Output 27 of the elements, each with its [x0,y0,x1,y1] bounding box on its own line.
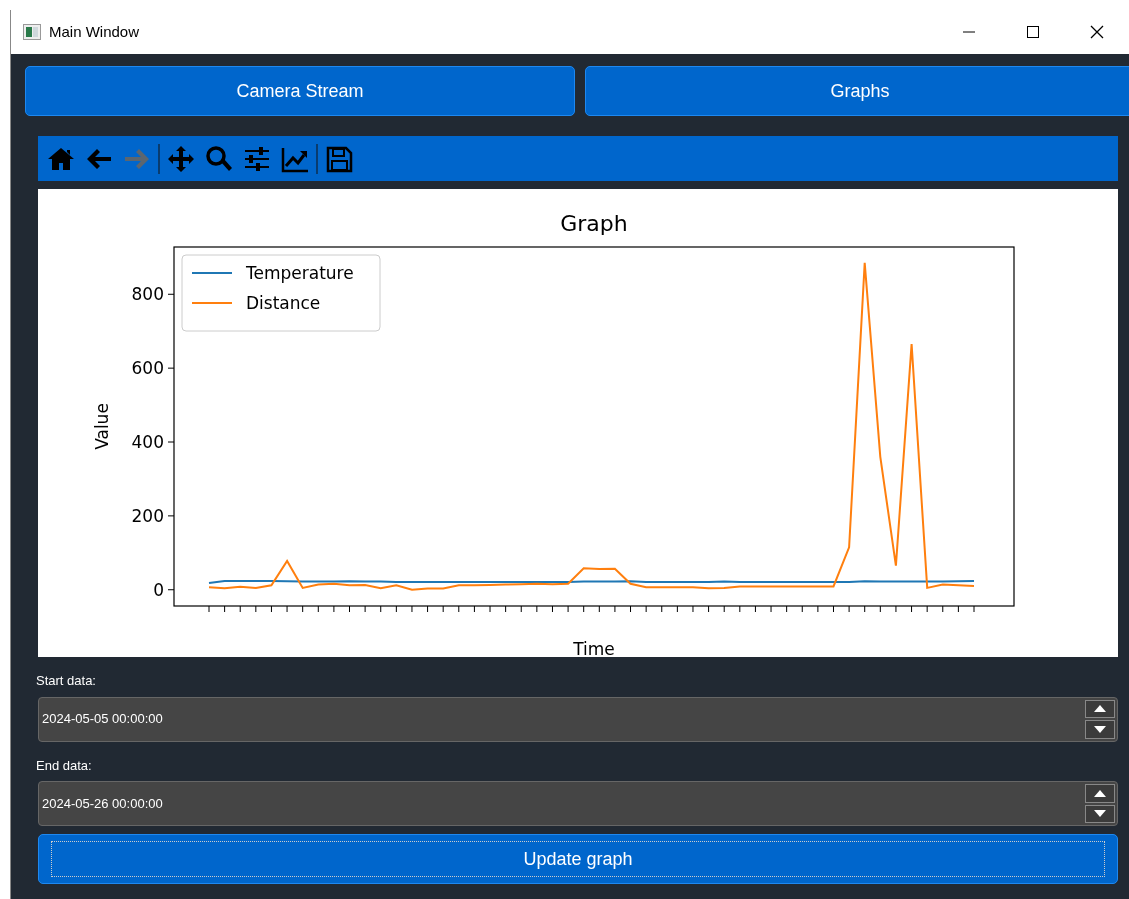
up-triangle-icon [1094,705,1106,713]
chart-title: Graph [560,211,628,236]
y-axis-label: Value [92,403,112,450]
down-triangle-icon [1094,725,1106,733]
maximize-icon[interactable] [1025,24,1041,40]
legend-label: Distance [246,293,321,313]
y-tick-label: 200 [131,505,164,526]
field-label: End data: [36,756,93,775]
y-tick-label: 400 [131,432,164,452]
app-icon [23,24,41,40]
y-tick-label: 800 [131,284,164,305]
tab[interactable]: Camera Stream [25,66,575,116]
date-time-field[interactable]: 2024-05-05 00:00:00 [38,696,1118,742]
date-time-field[interactable]: 2024-05-26 00:00:00 [38,781,1118,826]
down-triangle-icon [1094,810,1106,818]
update-graph-button[interactable]: Update graph [38,834,1118,884]
legend-label: Temperature [246,263,354,283]
tab[interactable]: Graphs [585,66,1129,116]
x-axis-label: Time [573,639,615,657]
spin-up-button[interactable] [1085,784,1115,803]
window-title: Main Window [49,21,141,42]
y-tick-label: 600 [131,358,164,379]
spin-down-button[interactable] [1085,720,1115,739]
up-triangle-icon [1094,789,1106,797]
field-label: Start data: [36,672,97,690]
close-icon[interactable] [1089,24,1105,40]
y-tick-label: 0 [153,579,164,600]
